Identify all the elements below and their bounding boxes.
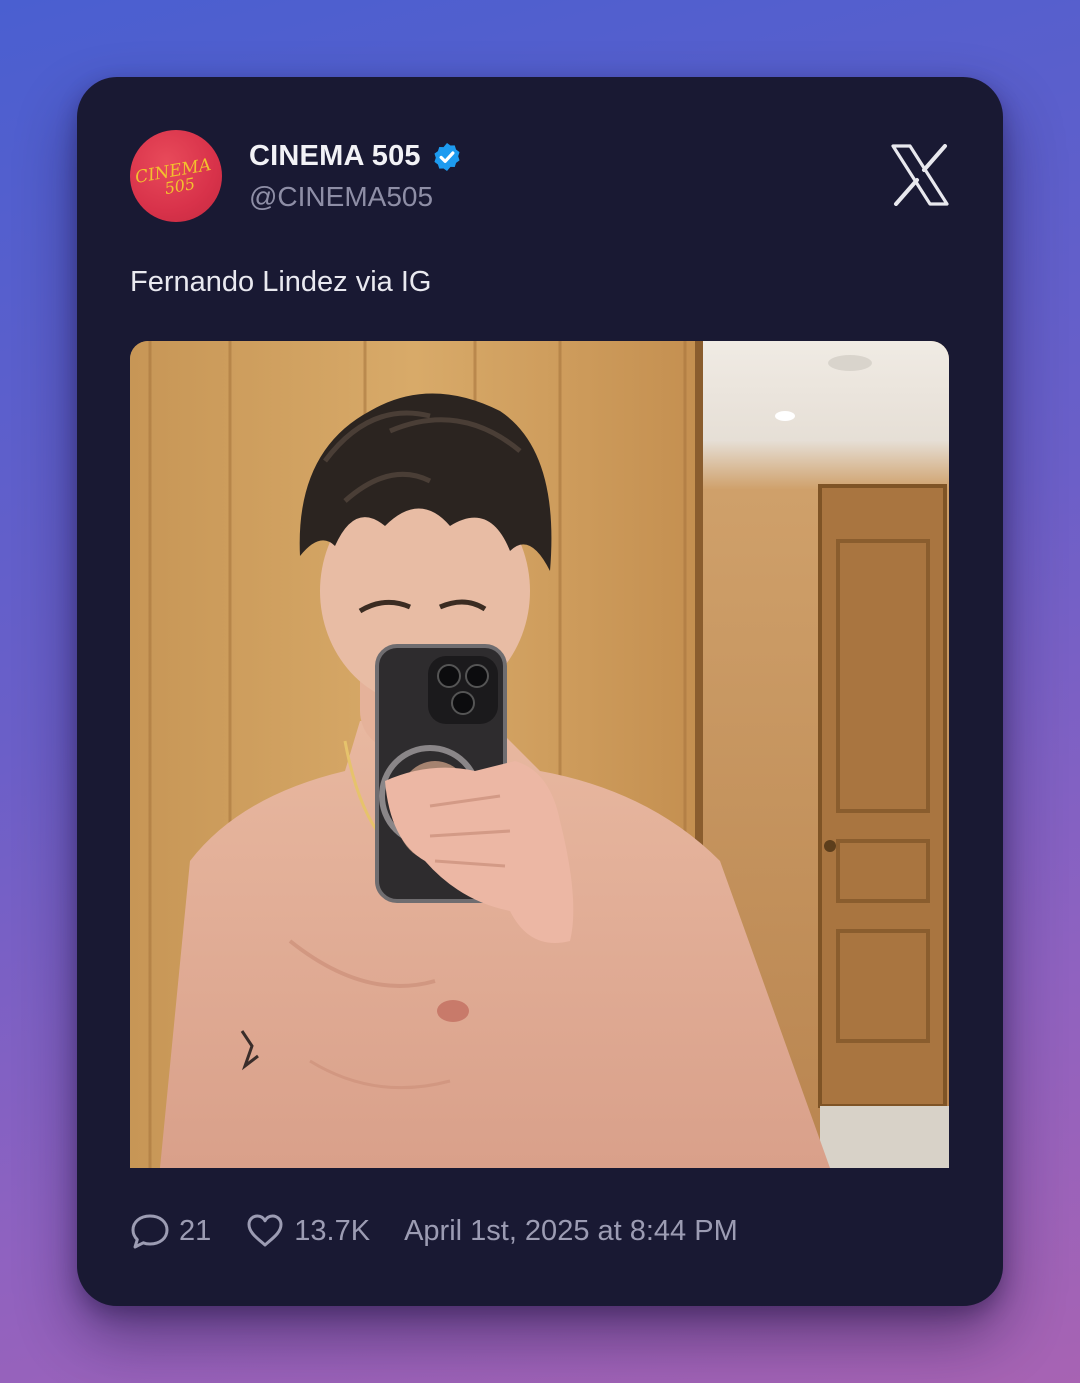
like-count: 13.7K [294,1214,371,1247]
tweet-footer: 21 13.7K April 1st, 2025 at 8:44 PM [130,1209,738,1253]
avatar[interactable]: CINEMA 505 [130,130,222,222]
tweet-photo[interactable] [130,341,949,1168]
reply-stat[interactable]: 21 [130,1211,211,1251]
avatar-text-line-2: 505 [163,174,196,198]
tweet-card: CINEMA 505 CINEMA 505 @CINEMA505 Fernand… [77,77,1003,1306]
author-handle[interactable]: @CINEMA505 [249,181,433,213]
tweet-timestamp[interactable]: April 1st, 2025 at 8:44 PM [404,1215,738,1248]
verified-badge-icon [434,142,460,171]
tweet-text: Fernando Lindez via IG [130,266,432,298]
heart-icon [247,1214,283,1247]
avatar-logo: CINEMA 505 [134,155,213,198]
reply-count: 21 [179,1214,212,1247]
comment-bubble-icon [131,1214,169,1249]
author-name-row: CINEMA 505 [249,140,463,173]
like-stat[interactable]: 13.7K [245,1211,370,1251]
x-logo-icon[interactable] [890,144,950,206]
display-name[interactable]: CINEMA 505 [249,140,421,173]
